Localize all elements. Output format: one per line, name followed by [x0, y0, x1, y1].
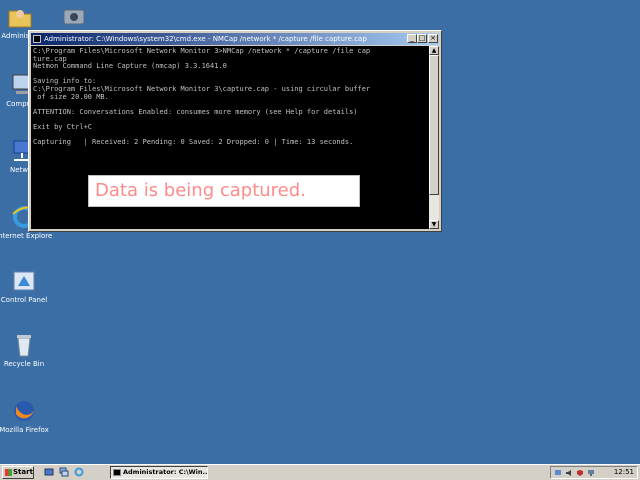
recycle-bin-icon [17, 335, 31, 357]
windows-logo-icon [5, 469, 12, 476]
console-line: Capturing | Received: 2 Pending: 0 Saved… [33, 138, 354, 147]
start-button[interactable]: Start [2, 466, 34, 479]
scroll-up-arrow-icon[interactable]: ▲ [429, 46, 439, 55]
console-line: ATTENTION: Conversations Enabled: consum… [33, 107, 358, 116]
show-desktop-icon[interactable] [44, 467, 54, 477]
start-label: Start [13, 468, 33, 476]
network-tray-icon[interactable] [554, 469, 562, 477]
minimize-button[interactable]: _ [407, 34, 417, 43]
scroll-down-arrow-icon[interactable]: ▼ [429, 220, 439, 229]
console-icon[interactable] [33, 35, 41, 43]
taskbar-button-command-prompt[interactable]: Administrator: C:\Win... [110, 466, 208, 479]
firefox-icon [14, 401, 34, 421]
switch-windows-icon[interactable] [59, 467, 69, 477]
volume-icon[interactable] [565, 469, 573, 477]
desktop-icon-extra[interactable] [46, 2, 102, 30]
user-folder-icon [8, 10, 32, 28]
control-panel-icon [13, 271, 35, 291]
window-title: Administrator: C:\Windows\system32\cmd.e… [44, 35, 367, 43]
desktop-icon-recycle-bin[interactable]: Recycle Bin [0, 332, 52, 368]
console-line: of size 20.00 MB. [33, 92, 109, 101]
system-tray: 12:51 [550, 466, 638, 479]
desktop: Administ... Compu... Netw... Internet Ex… [0, 0, 640, 464]
console-line: C:\Program Files\Microsoft Network Monit… [33, 47, 371, 55]
taskbar: Start Administrator: C:\Win... 12:51 [0, 464, 640, 480]
console-line: Netmon Command Line Capture (nmcap) 3.3.… [33, 62, 227, 71]
security-icon[interactable] [576, 469, 584, 477]
desktop-icon-label: Internet Explorer [0, 232, 52, 240]
internet-explorer-quicklaunch-icon[interactable] [74, 467, 84, 477]
console-line: Exit by Ctrl+C [33, 122, 93, 131]
console-text: C:\Program Files\Microsoft Network Monit… [31, 46, 429, 149]
caption-overlay: Data is being captured. [88, 175, 360, 207]
close-button[interactable]: × [428, 34, 438, 43]
maximize-button[interactable]: □ [417, 34, 427, 43]
desktop-icon-control-panel[interactable]: Control Panel [0, 268, 52, 304]
camera-icon [63, 9, 85, 25]
taskbar-button-label: Administrator: C:\Win... [123, 468, 208, 476]
display-icon[interactable] [587, 469, 595, 477]
scrollbar-thumb[interactable] [429, 55, 439, 195]
vertical-scrollbar[interactable]: ▲ ▼ [429, 46, 439, 229]
console-icon [113, 469, 121, 476]
window-titlebar[interactable]: Administrator: C:\Windows\system32\cmd.e… [31, 33, 439, 45]
desktop-icon-label: Control Panel [0, 296, 48, 304]
clock[interactable]: 12:51 [614, 467, 634, 478]
desktop-icon-label: Recycle Bin [3, 360, 45, 368]
desktop-icon-label: Mozilla Firefox [0, 426, 49, 434]
desktop-icon-firefox[interactable]: Mozilla Firefox [0, 398, 52, 434]
caption-text: Data is being captured. [95, 180, 306, 201]
